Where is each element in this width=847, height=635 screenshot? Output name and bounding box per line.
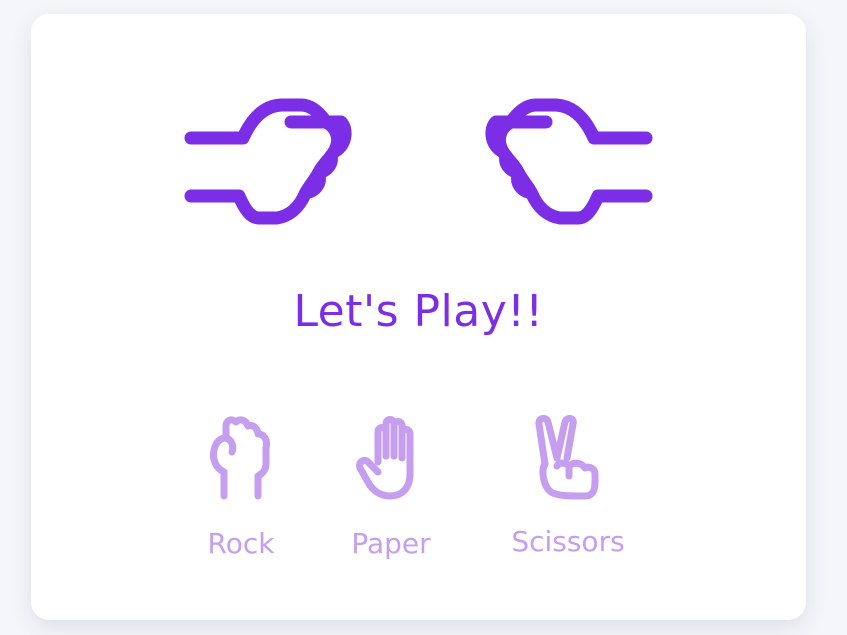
rock-label: Rock [207, 527, 275, 560]
rock-button[interactable]: Rock [166, 412, 306, 582]
paper-label: Paper [351, 527, 431, 560]
game-card: Let's Play!! Rock Paper Scissors [31, 14, 806, 620]
paper-button[interactable]: Paper [316, 412, 456, 582]
rock-hand-icon [210, 416, 270, 500]
scissors-button[interactable]: Scissors [493, 412, 633, 582]
scissors-label: Scissors [511, 525, 625, 558]
paper-hand-icon [356, 416, 414, 500]
computer-fist-icon [485, 98, 653, 225]
scissors-hand-icon [535, 414, 599, 500]
player-fist-icon [184, 98, 352, 225]
game-title: Let's Play!! [293, 286, 544, 337]
